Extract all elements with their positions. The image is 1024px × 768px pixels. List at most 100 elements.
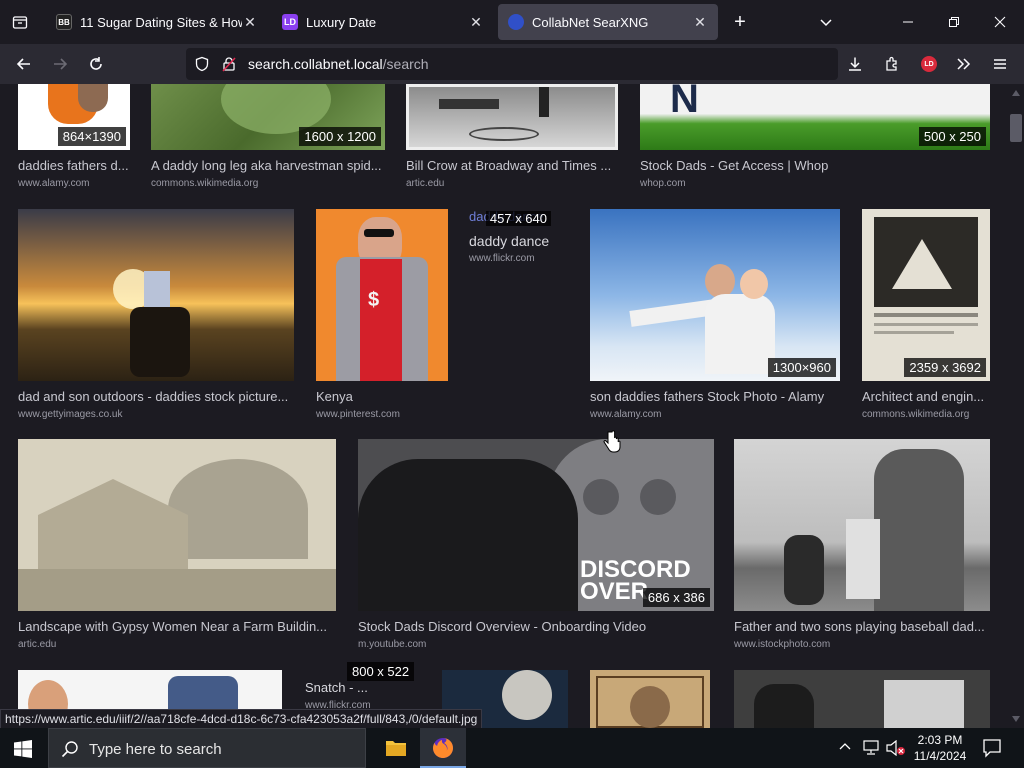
result-source: commons.wikimedia.org <box>862 409 970 420</box>
close-tab-icon[interactable]: ✕ <box>468 14 484 31</box>
result-thumbnail[interactable] <box>18 209 294 381</box>
more-tools-chevron-icon[interactable] <box>951 52 975 76</box>
tab-favicon: LD <box>282 14 298 30</box>
result-thumbnail[interactable]: $ <box>316 209 448 381</box>
result-resolution: 686 x 386 <box>642 588 710 607</box>
clock-date: 11/4/2024 <box>913 749 967 763</box>
search-icon <box>61 740 79 763</box>
result-source: www.pinterest.com <box>316 409 400 420</box>
result-resolution: 1300×960 <box>767 358 836 377</box>
tab-favicon: BB <box>56 14 72 30</box>
scroll-up-icon[interactable] <box>1012 90 1020 96</box>
result-source: whop.com <box>640 178 686 189</box>
tracking-shield-icon[interactable] <box>194 56 210 77</box>
tab-title: Luxury Date <box>306 14 377 30</box>
result-resolution: 2359 x 3692 <box>904 358 986 377</box>
searxng-favicon-icon <box>508 14 524 30</box>
tab-list-chevron-icon[interactable] <box>814 10 838 34</box>
file-explorer-icon[interactable] <box>374 728 418 768</box>
result-resolution: 500 x 250 <box>918 127 986 146</box>
reload-icon[interactable] <box>84 52 108 76</box>
result-source: commons.wikimedia.org <box>151 178 259 189</box>
result-thumbnail[interactable]: DISCORD OVER 686 x 386 <box>358 439 714 611</box>
hamburger-menu-icon[interactable] <box>988 52 1012 76</box>
system-clock[interactable]: 2:03 PM 11/4/2024 <box>908 732 972 764</box>
result-resolution: 800 x 522 <box>347 662 415 681</box>
insecure-lock-icon[interactable] <box>221 56 237 77</box>
ld-extension-badge: LD <box>921 56 937 72</box>
result-source: artic.edu <box>18 639 57 650</box>
result-thumbnail[interactable]: daddy dance 457 x 640 <box>469 209 551 226</box>
result-resolution: 1600 x 1200 <box>299 127 381 146</box>
firefox-taskbar-icon[interactable] <box>420 728 466 768</box>
result-source: m.youtube.com <box>358 639 427 650</box>
image-results-grid: 864×1390 daddies fathers d... www.alamy.… <box>0 84 1008 728</box>
result-title[interactable]: A daddy long leg aka harvestman spid... <box>151 158 385 173</box>
result-thumbnail[interactable] <box>18 439 336 611</box>
url-host: search.collabnet.local <box>248 56 383 72</box>
result-title[interactable]: Stock Dads Discord Overview - Onboarding… <box>358 619 714 634</box>
tab-luxury-date[interactable]: LD Luxury Date ✕ <box>272 4 494 40</box>
result-source: www.gettyimages.co.uk <box>18 409 123 420</box>
url-bar[interactable]: search.collabnet.local/search <box>186 48 838 80</box>
result-thumbnail[interactable]: 864×1390 <box>18 84 130 150</box>
result-title[interactable]: Architect and engin... <box>862 389 990 404</box>
close-tab-icon[interactable]: ✕ <box>692 14 708 31</box>
result-title[interactable]: Bill Crow at Broadway and Times ... <box>406 158 618 173</box>
result-source: artic.edu <box>406 178 445 189</box>
notification-center-icon[interactable] <box>982 738 1002 763</box>
firefox-view-icon[interactable] <box>8 10 32 34</box>
result-source: www.istockphoto.com <box>734 639 831 650</box>
close-window-icon[interactable] <box>988 10 1012 34</box>
taskbar-search-box[interactable]: Type here to search <box>48 728 366 768</box>
result-title[interactable]: Stock Dads - Get Access | Whop <box>640 158 990 173</box>
result-title[interactable]: dad and son outdoors - daddies stock pic… <box>18 389 294 404</box>
close-tab-icon[interactable]: ✕ <box>242 14 258 31</box>
result-thumbnail[interactable]: 1300×960 <box>590 209 840 381</box>
clock-time: 2:03 PM <box>917 733 963 747</box>
new-tab-icon[interactable]: + <box>728 10 752 34</box>
restore-icon[interactable] <box>942 10 966 34</box>
ld-extension-icon[interactable]: LD <box>917 52 941 76</box>
result-thumbnail[interactable] <box>734 439 990 611</box>
windows-start-icon[interactable] <box>14 740 32 763</box>
extensions-icon[interactable] <box>880 52 904 76</box>
tab-sugar-dating[interactable]: BB 11 Sugar Dating Sites & How to ✕ <box>46 4 268 40</box>
tab-searxng[interactable]: CollabNet SearXNG ✕ <box>498 4 718 40</box>
result-title[interactable]: daddy dance <box>469 233 569 249</box>
downloads-icon[interactable] <box>843 52 867 76</box>
network-icon[interactable] <box>862 740 880 761</box>
result-source: www.alamy.com <box>18 178 90 189</box>
url-text: search.collabnet.local/search <box>248 56 429 72</box>
page-scrollbar[interactable] <box>1008 84 1024 728</box>
link-status-url: https://www.artic.edu/iiif/2//aa718cfe-4… <box>0 709 483 729</box>
tab-bar: BB 11 Sugar Dating Sites & How to ✕ LD L… <box>0 0 1024 44</box>
result-title[interactable]: Snatch - ... <box>305 680 425 695</box>
result-thumbnail[interactable] <box>406 84 618 150</box>
result-thumbnail[interactable] <box>590 670 710 728</box>
result-title[interactable]: Landscape with Gypsy Women Near a Farm B… <box>18 619 336 634</box>
minimize-icon[interactable] <box>896 10 920 34</box>
scroll-down-icon[interactable] <box>1012 716 1020 722</box>
result-title[interactable]: Father and two sons playing baseball dad… <box>734 619 990 634</box>
result-resolution: 864×1390 <box>57 127 126 146</box>
result-thumbnail[interactable]: 2359 x 3692 <box>862 209 990 381</box>
result-title[interactable]: son daddies fathers Stock Photo - Alamy <box>590 389 840 404</box>
scrollbar-thumb[interactable] <box>1010 114 1022 142</box>
result-title[interactable]: Kenya <box>316 389 448 404</box>
taskbar-search-placeholder: Type here to search <box>89 741 222 758</box>
tab-title: 11 Sugar Dating Sites & How to <box>80 14 242 30</box>
result-thumbnail[interactable]: N 500 x 250 <box>640 84 990 150</box>
show-hidden-icons-chevron-icon[interactable] <box>838 740 852 759</box>
back-icon[interactable] <box>12 52 36 76</box>
result-thumbnail[interactable] <box>734 670 990 728</box>
forward-icon[interactable] <box>48 52 72 76</box>
hand-pointer-cursor-icon <box>603 430 621 459</box>
windows-taskbar: Type here to search 2:03 PM 11/4/2024 <box>0 728 1024 768</box>
url-path: /search <box>382 56 429 72</box>
result-title[interactable]: daddies fathers d... <box>18 158 130 173</box>
tab-title: CollabNet SearXNG <box>532 14 649 30</box>
result-thumbnail[interactable]: 1600 x 1200 <box>151 84 385 150</box>
volume-muted-icon[interactable] <box>886 739 906 761</box>
result-source: www.flickr.com <box>469 253 535 264</box>
